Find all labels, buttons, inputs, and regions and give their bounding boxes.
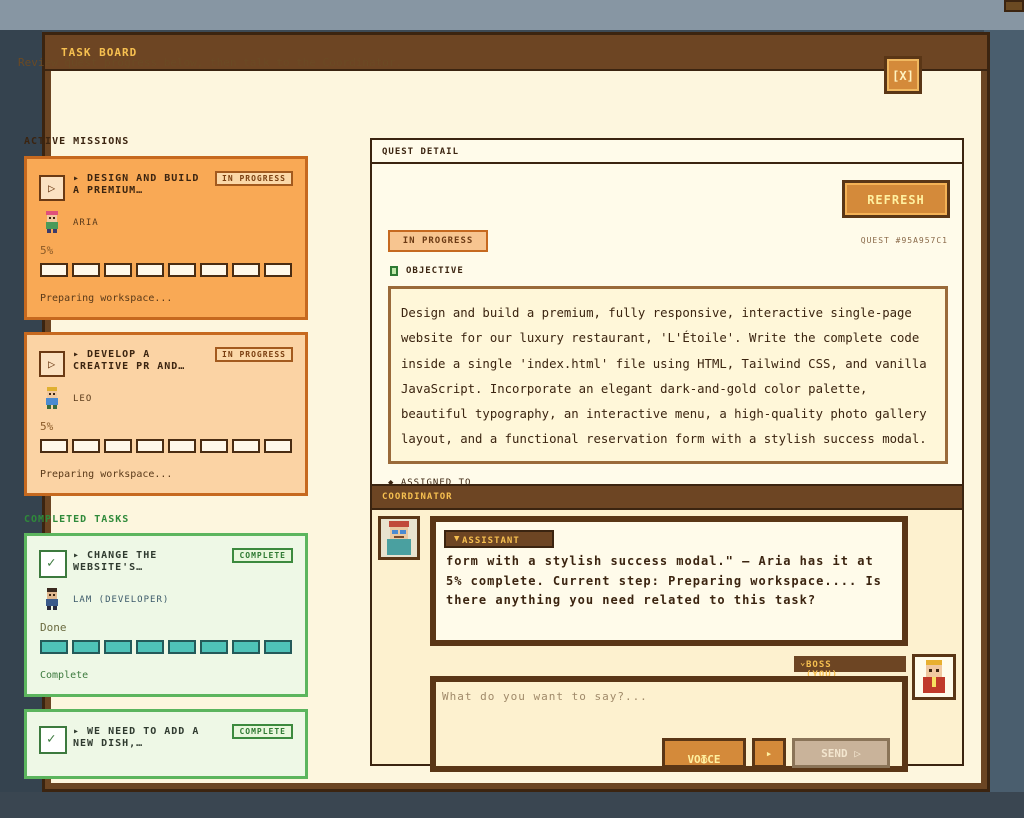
mission-card-1[interactable]: ▷ ▸ DESIGN AND BUILD A PREMIUM… IN PROGR… <box>24 156 308 320</box>
progress-bar <box>40 640 294 656</box>
complete-badge: COMPLETE <box>232 724 293 739</box>
background-bottom <box>0 792 1024 818</box>
background-right <box>984 30 1024 818</box>
completed-card-2[interactable]: ✓ ▸ WE NEED TO ADD A NEW DISH,… COMPLETE <box>24 709 308 779</box>
status-badge: IN PROGRESS <box>215 347 293 362</box>
objective-text: Design and build a premium, fully respon… <box>388 286 948 464</box>
progress-segment <box>264 439 292 453</box>
refresh-label: REFRESH <box>867 193 925 207</box>
progress-segment <box>40 640 68 654</box>
progress-segment <box>232 263 260 277</box>
mission-card-2[interactable]: ▷ ▸ DEVELOP A CREATIVE PR AND… IN PROGRE… <box>24 332 308 496</box>
voice-text: VOICE <box>687 753 721 766</box>
progress-segment <box>264 263 292 277</box>
progress-segment <box>168 263 196 277</box>
quest-detail-title: QUEST DETAIL <box>382 147 460 157</box>
background-top <box>0 0 1024 30</box>
assistant-tag-label: ▼ ASSISTANT <box>454 534 520 546</box>
objective-icon <box>390 266 398 276</box>
assistant-message: form with a stylish success modal." — Ar… <box>446 554 882 607</box>
attach-icon: ▸ <box>765 747 773 760</box>
status-badge: IN PROGRESS <box>215 171 293 186</box>
assistant-message-bubble: ▼ ASSISTANT form with a stylish success … <box>430 516 908 646</box>
board-subtitle: Review quest progress below, then talk t… <box>18 56 403 69</box>
progress-segment <box>40 263 68 277</box>
progress-segment <box>200 263 228 277</box>
progress-segment <box>232 439 260 453</box>
completed-tasks-label: COMPLETED TASKS <box>24 514 130 525</box>
voice-button[interactable]: ◎ VOICE <box>662 738 746 768</box>
mission-status-text: Preparing workspace... <box>40 293 173 304</box>
progress-segment <box>104 263 132 277</box>
leo-avatar <box>46 387 58 409</box>
close-button[interactable]: [X] <box>884 56 922 94</box>
progress-bar <box>40 439 294 455</box>
send-button[interactable]: SEND ▷ <box>792 738 890 768</box>
progress-segment <box>168 640 196 654</box>
background-corner-button <box>1004 0 1024 12</box>
progress-segment <box>104 640 132 654</box>
mission-assignee: ARIA <box>73 218 99 228</box>
coordinator-title: COORDINATOR <box>382 492 453 502</box>
progress-segment <box>168 439 196 453</box>
progress-segment <box>200 640 228 654</box>
task-title: ▸ CHANGE THE WEBSITE'S… <box>73 550 158 573</box>
boss-tag-label: ⌄ BOSS (YOU) <box>800 658 839 680</box>
coordinator-chat: ▼ ASSISTANT form with a stylish success … <box>370 510 964 772</box>
assistant-avatar <box>378 516 420 560</box>
quest-detail-header: QUEST DETAIL <box>372 140 962 164</box>
progress-bar <box>40 263 294 279</box>
send-label: SEND ▷ <box>821 747 861 760</box>
check-icon: ✓ <box>39 726 67 754</box>
progress-percent: 5% <box>40 244 54 257</box>
boss-avatar <box>912 654 956 700</box>
boss-tag: ⌄ BOSS (YOU) <box>794 656 906 680</box>
refresh-button[interactable]: REFRESH <box>842 180 950 218</box>
quest-detail-panel: QUEST DETAIL REFRESH IN PROGRESS QUEST #… <box>370 138 964 486</box>
complete-badge: COMPLETE <box>232 548 293 563</box>
aria-avatar <box>46 211 58 233</box>
message-input-box: ◎ VOICE ▸ SEND ▷ <box>430 676 908 772</box>
task-status-text: Complete <box>40 670 89 681</box>
mission-title: ▸ DESIGN AND BUILD A PREMIUM… <box>73 173 200 196</box>
progress-segment <box>40 439 68 453</box>
progress-percent: Done <box>40 621 67 634</box>
check-icon: ✓ <box>39 550 67 578</box>
quest-status-text: IN PROGRESS <box>402 236 474 246</box>
quest-status-badge: IN PROGRESS <box>388 230 488 252</box>
progress-segment <box>72 263 100 277</box>
objective-label: OBJECTIVE <box>406 266 464 276</box>
progress-segment <box>136 640 164 654</box>
task-assignee: LAM (DEVELOPER) <box>73 595 170 605</box>
close-icon: [X] <box>892 69 914 83</box>
play-icon[interactable]: ▷ <box>39 175 65 201</box>
assistant-tag-text: ASSISTANT <box>462 536 520 546</box>
progress-segment <box>72 439 100 453</box>
coordinator-header: COORDINATOR <box>370 484 964 510</box>
active-missions-label: ACTIVE MISSIONS <box>24 136 130 147</box>
assistant-tag: ▼ ASSISTANT <box>444 530 554 548</box>
mission-status-text: Preparing workspace... <box>40 469 173 480</box>
task-title: ▸ WE NEED TO ADD A NEW DISH,… <box>73 726 200 749</box>
mission-title: ▸ DEVELOP A CREATIVE PR AND… <box>73 349 186 372</box>
progress-segment <box>264 640 292 654</box>
progress-segment <box>104 439 132 453</box>
mission-assignee: LEO <box>73 394 93 404</box>
progress-segment <box>232 640 260 654</box>
lam-avatar <box>46 588 58 610</box>
progress-segment <box>200 439 228 453</box>
attach-button[interactable]: ▸ <box>752 738 786 768</box>
completed-card-1[interactable]: ✓ ▸ CHANGE THE WEBSITE'S… COMPLETE LAM (… <box>24 533 308 697</box>
progress-segment <box>136 439 164 453</box>
progress-segment <box>136 263 164 277</box>
quest-id: QUEST #95A957C1 <box>860 236 948 245</box>
play-icon[interactable]: ▷ <box>39 351 65 377</box>
message-input[interactable] <box>442 686 882 706</box>
progress-percent: 5% <box>40 420 54 433</box>
progress-segment <box>72 640 100 654</box>
